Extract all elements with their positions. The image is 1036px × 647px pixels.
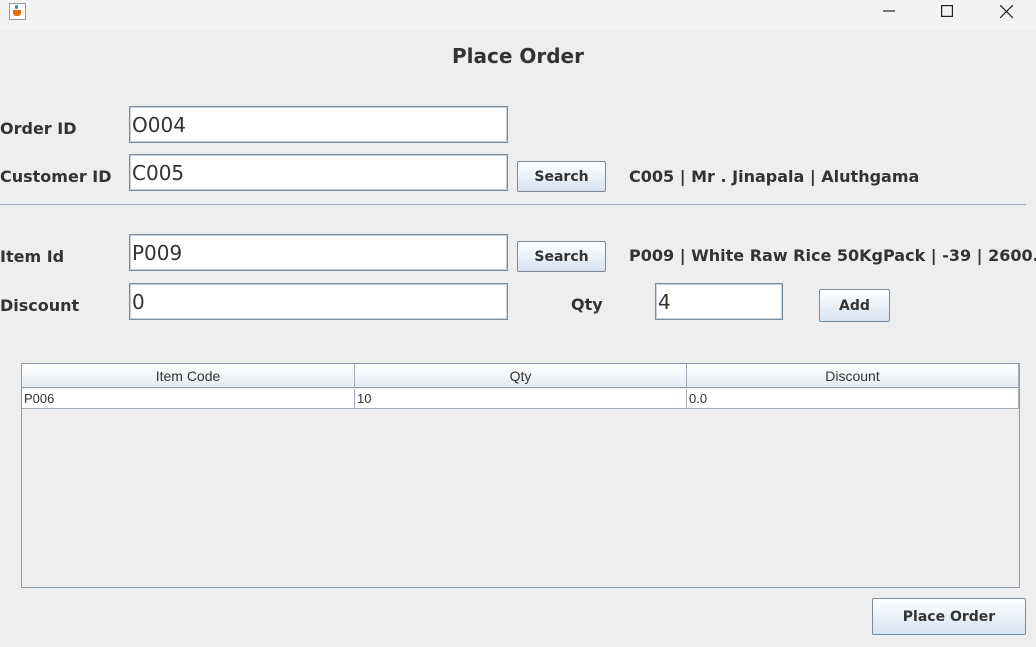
order-id-field[interactable] — [129, 106, 508, 143]
order-items-table[interactable]: Item Code Qty Discount P006 10 0.0 — [21, 363, 1020, 588]
cell-discount[interactable]: 0.0 — [687, 389, 1019, 409]
discount-label: Discount — [0, 296, 80, 315]
table-row[interactable]: P006 10 0.0 — [22, 389, 1019, 409]
column-header-qty[interactable]: Qty — [355, 364, 687, 388]
item-search-button[interactable]: Search — [517, 241, 606, 272]
item-id-label: Item Id — [0, 247, 65, 266]
table-header: Item Code Qty Discount — [22, 364, 1019, 388]
place-order-button[interactable]: Place Order — [872, 598, 1026, 635]
maximize-icon[interactable] — [924, 0, 970, 22]
close-icon[interactable] — [983, 0, 1029, 22]
java-cup-icon — [9, 3, 26, 20]
window-titlebar[interactable] — [0, 0, 1036, 30]
customer-id-field[interactable] — [129, 154, 508, 191]
item-info-text: P009 | White Raw Rice 50KgPack | -39 | 2… — [629, 246, 1036, 265]
column-header-discount[interactable]: Discount — [687, 364, 1019, 388]
customer-info-text: C005 | Mr . Jinapala | Aluthgama — [629, 167, 920, 186]
qty-field[interactable] — [655, 283, 783, 320]
discount-field[interactable] — [129, 283, 508, 320]
section-separator — [0, 204, 1026, 205]
minimize-icon[interactable] — [866, 0, 912, 22]
customer-search-button[interactable]: Search — [517, 161, 606, 192]
customer-id-label: Customer ID — [0, 167, 112, 186]
order-id-label: Order ID — [0, 119, 77, 138]
add-button[interactable]: Add — [819, 289, 890, 322]
cell-item-code[interactable]: P006 — [22, 389, 355, 409]
qty-label: Qty — [571, 295, 603, 314]
cell-qty[interactable]: 10 — [355, 389, 687, 409]
item-id-field[interactable] — [129, 234, 508, 271]
column-header-item-code[interactable]: Item Code — [22, 364, 355, 388]
page-title: Place Order — [451, 44, 584, 68]
